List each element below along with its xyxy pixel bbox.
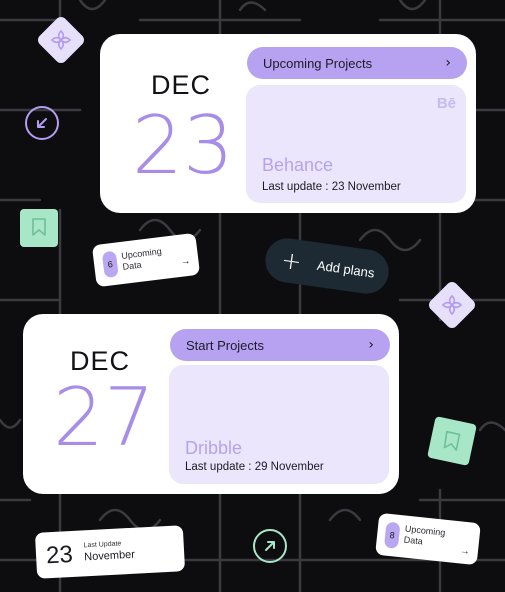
add-plans-label: Add plans — [316, 257, 376, 281]
plus-icon: + — [279, 245, 304, 277]
bookmark-tile[interactable] — [20, 209, 58, 247]
card-month: DEC — [151, 70, 212, 100]
mini-label-line2: Data — [122, 259, 143, 272]
upcoming-projects-button[interactable]: Upcoming Projects › — [247, 47, 467, 79]
arrow-down-left-icon — [37, 118, 47, 128]
bookmark-icon — [443, 430, 461, 451]
bookmark-tile[interactable] — [427, 416, 477, 466]
arrow-right-icon: → — [459, 545, 471, 558]
start-projects-label: Start Projects — [186, 337, 265, 353]
project-name: Behance — [262, 155, 334, 175]
card-day: 23 — [132, 99, 234, 192]
date-card-behance[interactable]: DEC 23 Upcoming Projects › Bē Behance La… — [100, 34, 476, 213]
arrow-right-icon: → — [179, 255, 192, 268]
start-projects-button[interactable]: Start Projects › — [170, 329, 390, 361]
last-update-text: Last update : 23 November — [262, 181, 401, 193]
count-badge: 6 — [101, 250, 119, 279]
bookmark-icon — [32, 218, 46, 236]
mini-label-month: November — [83, 548, 136, 564]
last-update-text: Last update : 29 November — [185, 461, 324, 473]
count-badge: 8 — [383, 521, 401, 549]
arrow-down-left-button[interactable] — [25, 106, 59, 140]
mini-label-line1: Upcoming — [120, 246, 163, 261]
date-card-dribble[interactable]: DEC 27 Start Projects › Dribble Last upd… — [23, 314, 399, 494]
arrow-up-right-button[interactable] — [253, 529, 287, 563]
flower-icon — [441, 294, 463, 316]
behance-logo-icon: Bē — [436, 95, 456, 112]
last-update-mini-card[interactable]: 23 Last Update November — [34, 525, 186, 579]
chevron-right-icon: › — [368, 337, 374, 353]
upcoming-projects-label: Upcoming Projects — [263, 55, 373, 71]
flower-icon — [50, 29, 72, 51]
mini-label-small: Last Update — [83, 540, 122, 550]
project-panel-behance[interactable]: Bē Behance Last update : 23 November — [246, 85, 466, 203]
mini-day: 23 — [45, 540, 74, 570]
mini-label-line2: Data — [403, 534, 424, 547]
project-panel-dribble[interactable]: Dribble Last update : 29 November — [169, 365, 389, 484]
arrow-up-right-icon — [265, 541, 275, 551]
chevron-right-icon: › — [445, 55, 451, 71]
card-day: 27 — [53, 371, 155, 464]
project-name: Dribble — [185, 438, 243, 458]
